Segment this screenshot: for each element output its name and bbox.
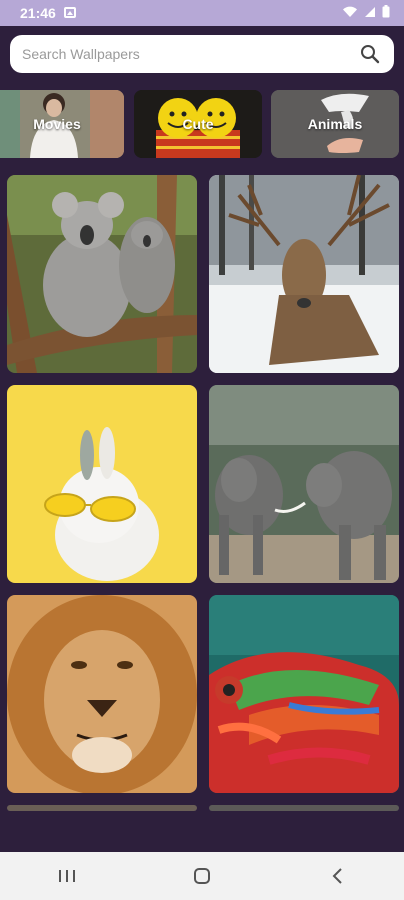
wallpaper-rabbit[interactable]	[7, 385, 197, 583]
wallpaper-partial-left[interactable]	[7, 805, 197, 811]
category-movies-label: Movies	[33, 116, 81, 132]
wallpaper-elephants[interactable]	[209, 385, 399, 583]
category-movies[interactable]: Movies	[0, 90, 124, 158]
search-input[interactable]	[22, 35, 352, 73]
home-icon	[193, 868, 210, 884]
search-icon[interactable]	[360, 44, 380, 64]
signal-icon	[365, 6, 375, 17]
system-nav-bar	[0, 852, 404, 900]
koalas-image	[7, 175, 197, 373]
wallpaper-deer[interactable]	[209, 175, 399, 373]
status-icons	[342, 5, 390, 18]
category-animals[interactable]: Animals	[271, 90, 399, 158]
recent-apps-button[interactable]	[37, 856, 97, 896]
category-cute-label: Cute	[182, 116, 214, 132]
back-icon	[332, 868, 342, 884]
status-time: 21:46	[20, 5, 56, 21]
rabbit-image	[7, 385, 197, 583]
home-button[interactable]	[172, 856, 232, 896]
wallpaper-lion[interactable]	[7, 595, 197, 793]
image-icon	[64, 7, 76, 18]
wallpaper-koalas[interactable]	[7, 175, 197, 373]
deer-image	[209, 175, 399, 373]
lion-image	[7, 595, 197, 793]
elephants-image	[209, 385, 399, 583]
recent-apps-icon	[59, 870, 76, 882]
wifi-icon	[343, 6, 357, 17]
wallpaper-chameleon[interactable]	[209, 595, 399, 793]
search-bar[interactable]	[10, 35, 394, 73]
category-animals-label: Animals	[307, 116, 363, 132]
category-row: Movies Cute Animals	[0, 90, 404, 160]
chameleon-image	[209, 595, 399, 793]
status-bar: 21:46	[0, 0, 404, 26]
category-cute[interactable]: Cute	[134, 90, 262, 158]
wallpaper-partial-right[interactable]	[209, 805, 399, 811]
back-button[interactable]	[307, 856, 367, 896]
battery-icon	[382, 5, 390, 18]
